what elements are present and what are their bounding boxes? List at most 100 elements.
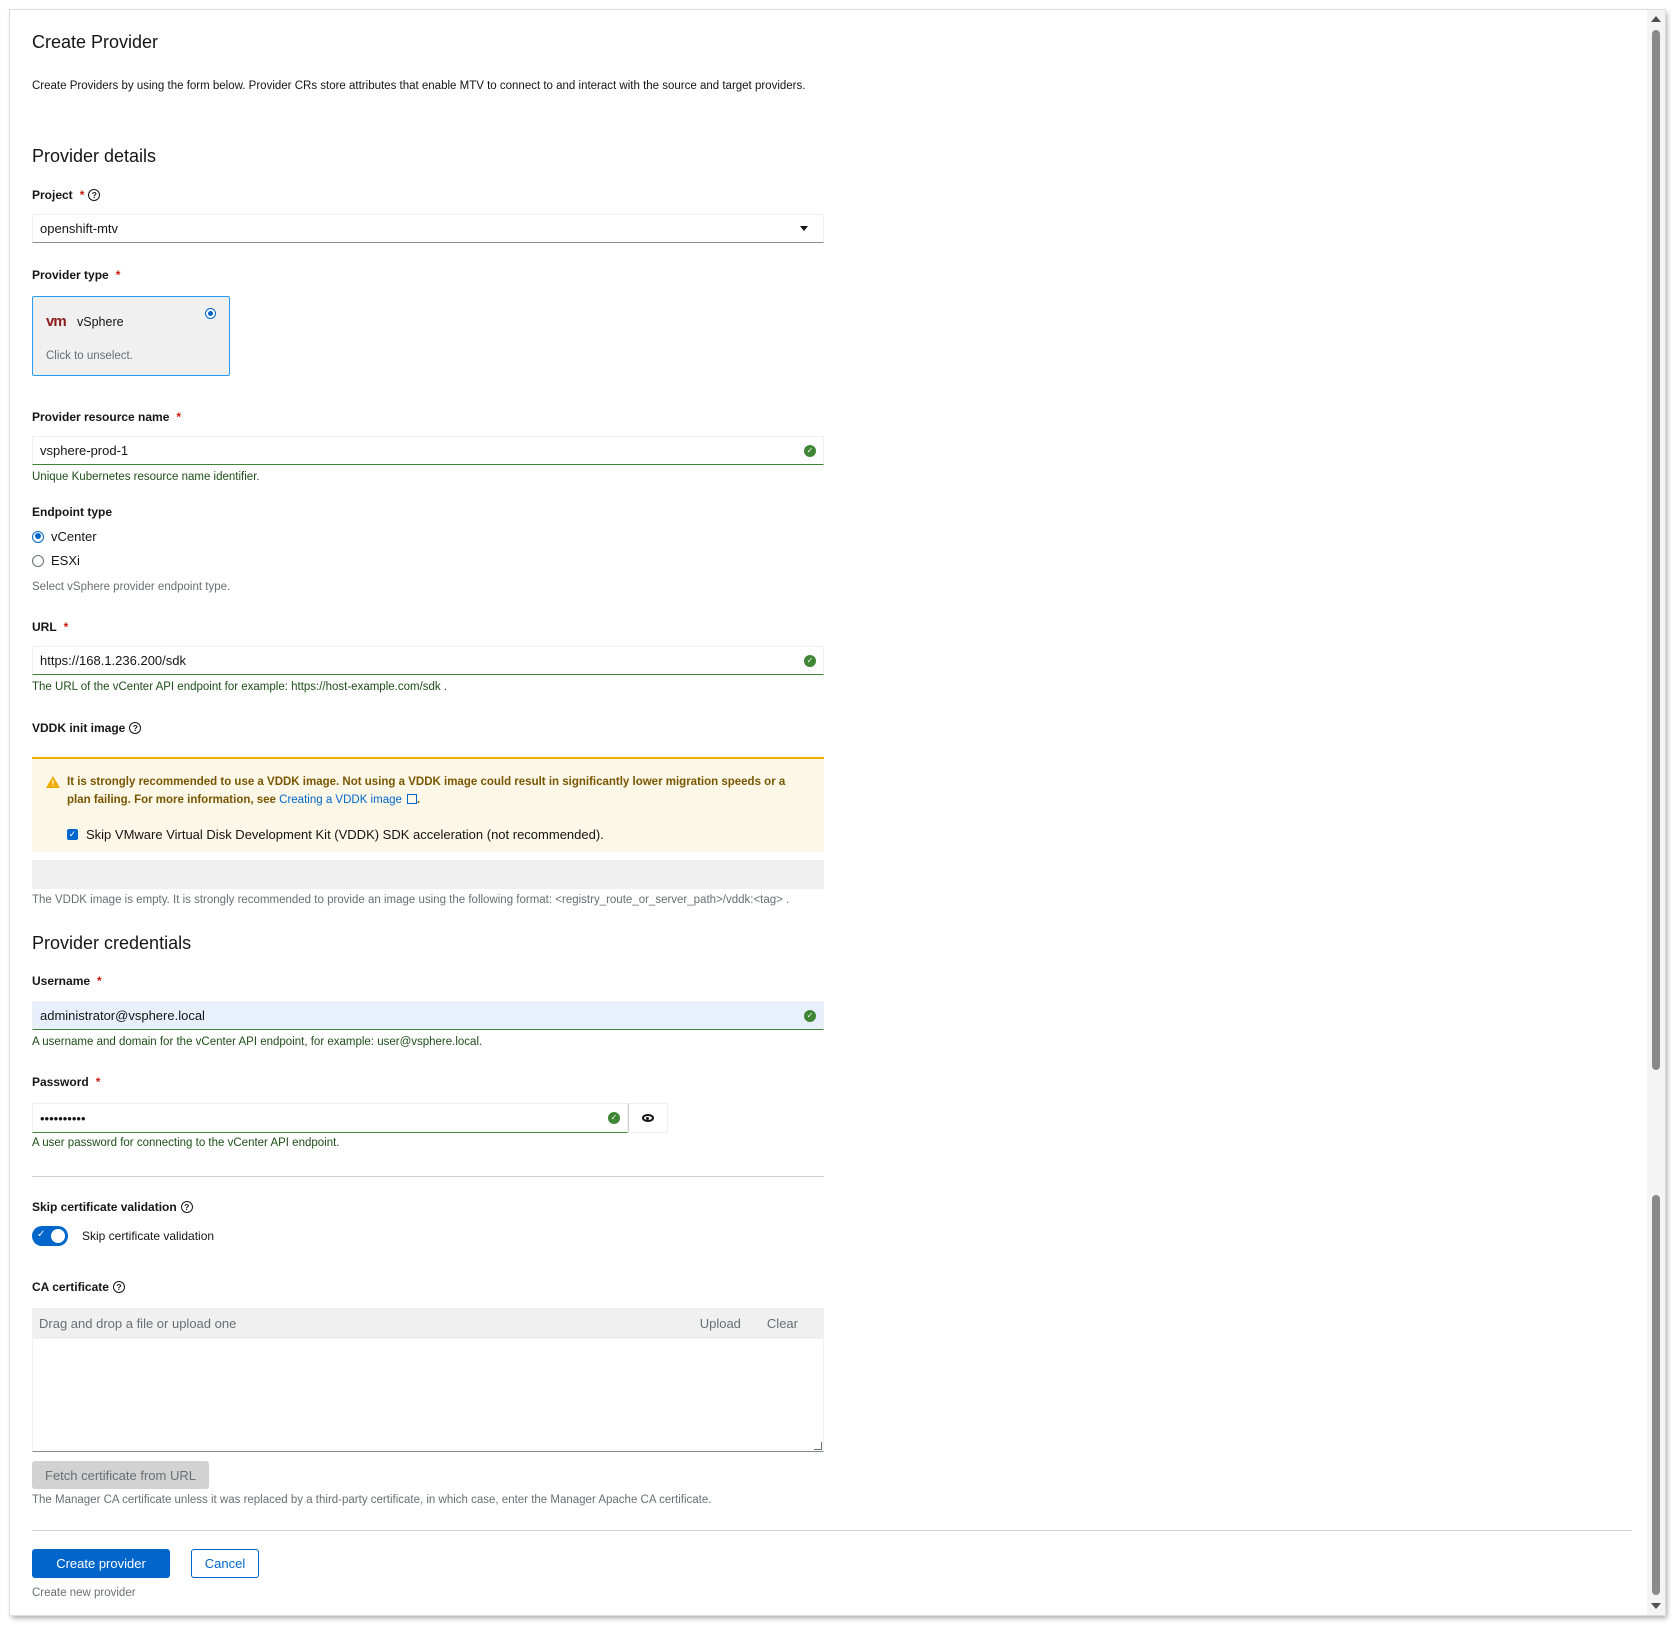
scroll-down-icon[interactable] (1651, 1603, 1661, 1609)
resource-name-label: Provider resource name * (32, 410, 181, 424)
scroll-up-icon[interactable] (1651, 16, 1661, 22)
ca-cert-label-text: CA certificate (32, 1280, 109, 1294)
help-icon[interactable]: ? (180, 1201, 193, 1213)
divider (32, 1530, 1632, 1531)
help-icon[interactable]: ? (112, 1281, 125, 1293)
external-link-icon (406, 794, 417, 804)
create-helper: Create new provider (32, 1587, 136, 1599)
endpoint-type-helper: Select vSphere provider endpoint type. (32, 581, 231, 593)
section-heading-provider-credentials: Provider credentials (32, 933, 192, 953)
password-input[interactable]: •••••••••• ✓ (32, 1103, 628, 1133)
project-label-text: Project (32, 188, 73, 202)
skip-cert-label: Skip certificate validation ? (32, 1200, 193, 1214)
scrollbar-track-segment[interactable] (1652, 1195, 1660, 1595)
skip-vddk-checkbox-row[interactable]: ✓ Skip VMware Virtual Disk Development K… (67, 827, 604, 842)
username-input[interactable]: administrator@vsphere.local ✓ (32, 1001, 824, 1030)
project-select[interactable]: openshift-mtv (32, 214, 824, 243)
vddk-label-text: VDDK init image (32, 721, 126, 735)
toggle-knob (51, 1229, 65, 1243)
username-label: Username * (32, 974, 102, 988)
cancel-button[interactable]: Cancel (191, 1549, 259, 1578)
warning-message: It is strongly recommended to use a VDDK… (67, 776, 786, 806)
resource-name-helper: Unique Kubernetes resource name identifi… (32, 471, 260, 483)
vddk-label: VDDK init image ? (32, 721, 142, 735)
required-marker: * (97, 974, 102, 988)
radio-label: vCenter (51, 529, 97, 544)
provider-tile-name: vSphere (77, 315, 124, 329)
resource-name-label-text: Provider resource name (32, 410, 170, 424)
vddk-helper: The VDDK image is empty. It is strongly … (32, 894, 790, 906)
radio-button[interactable] (32, 554, 44, 567)
required-marker: * (95, 1075, 101, 1089)
password-helper: A user password for connecting to the vC… (32, 1137, 340, 1149)
url-label-text: URL (32, 620, 57, 634)
project-select-value: openshift-mtv (40, 221, 119, 236)
help-icon[interactable]: ? (129, 722, 142, 734)
caret-down-icon (800, 226, 808, 231)
scrollbar-thumb[interactable] (1652, 30, 1660, 1070)
provider-type-label: Provider type * (32, 268, 120, 282)
username-label-text: Username (32, 974, 91, 988)
resource-name-input[interactable]: vsphere-prod-1 ✓ (32, 436, 824, 465)
project-label: Project * ? (32, 188, 101, 202)
create-provider-button[interactable]: Create provider (32, 1549, 170, 1578)
check-circle-icon: ✓ (804, 444, 816, 457)
required-marker: * (79, 188, 85, 202)
password-label: Password * (32, 1075, 100, 1089)
url-label: URL * (32, 620, 68, 634)
radio-label: ESXi (51, 553, 80, 568)
ca-cert-helper: The Manager CA certificate unless it was… (32, 1494, 712, 1506)
show-password-button[interactable] (628, 1103, 668, 1133)
page-title: Create Provider (32, 32, 159, 52)
url-helper: The URL of the vCenter API endpoint for … (32, 681, 448, 693)
ca-cert-textarea[interactable] (32, 1338, 824, 1452)
radio-button[interactable] (32, 530, 44, 543)
upload-placeholder: Drag and drop a file or upload one (39, 1315, 237, 1331)
provider-tile-hint: Click to unselect. (46, 350, 133, 362)
required-marker: * (176, 410, 182, 424)
resize-handle-icon[interactable] (814, 1442, 822, 1450)
url-value: https://168.1.236.200/sdk (40, 653, 186, 668)
eye-icon (642, 1114, 654, 1122)
skip-vddk-label: Skip VMware Virtual Disk Development Kit… (86, 827, 604, 842)
vddk-image-input (32, 860, 824, 889)
vmware-logo: vm (46, 313, 67, 330)
skip-cert-toggle[interactable]: ✓ (32, 1226, 68, 1246)
skip-cert-label-text: Skip certificate validation (32, 1200, 177, 1214)
vddk-docs-link[interactable]: Creating a VDDK image (279, 794, 417, 806)
upload-button[interactable]: Upload (700, 1316, 741, 1331)
password-label-text: Password (32, 1075, 89, 1089)
provider-tile-vsphere[interactable]: vm vSphere Click to unselect. (32, 296, 230, 376)
radio-selected-icon[interactable] (205, 308, 216, 319)
password-value: •••••••••• (40, 1110, 86, 1126)
required-marker: * (63, 620, 69, 634)
link-text: Creating a VDDK image (279, 794, 402, 806)
check-icon: ✓ (37, 1229, 46, 1240)
app-window: Create Provider Create Providers by usin… (10, 10, 1665, 1615)
endpoint-type-label: Endpoint type (32, 505, 112, 519)
required-marker: * (115, 268, 121, 282)
skip-cert-toggle-label: Skip certificate validation (82, 1229, 215, 1243)
divider (32, 1176, 824, 1177)
scrollbar[interactable] (1647, 10, 1665, 1615)
username-value: administrator@vsphere.local (40, 1008, 205, 1023)
fetch-certificate-button[interactable]: Fetch certificate from URL (32, 1461, 209, 1489)
resource-name-value: vsphere-prod-1 (40, 443, 129, 458)
url-input[interactable]: https://168.1.236.200/sdk ✓ (32, 646, 824, 675)
endpoint-radio-esxi[interactable]: ESXi (32, 553, 80, 568)
help-icon[interactable]: ? (88, 189, 101, 201)
check-circle-icon: ✓ (804, 1009, 816, 1022)
warning-icon-mark: ! (51, 778, 55, 788)
skip-vddk-checkbox[interactable]: ✓ (67, 829, 78, 840)
warning-end: . (416, 794, 421, 806)
clear-button[interactable]: Clear (767, 1316, 798, 1331)
vddk-warning-alert: ! It is strongly recommended to use a VD… (32, 757, 824, 852)
endpoint-radio-vcenter[interactable]: vCenter (32, 529, 97, 544)
section-heading-provider-details: Provider details (32, 146, 157, 166)
ca-cert-label: CA certificate ? (32, 1280, 125, 1294)
endpoint-type-label-text: Endpoint type (32, 505, 112, 519)
ca-cert-file-upload[interactable]: Drag and drop a file or upload one Uploa… (32, 1308, 824, 1338)
check-circle-icon: ✓ (804, 654, 816, 667)
page-description: Create Providers by using the form below… (32, 80, 806, 92)
provider-type-label-text: Provider type (32, 268, 109, 282)
